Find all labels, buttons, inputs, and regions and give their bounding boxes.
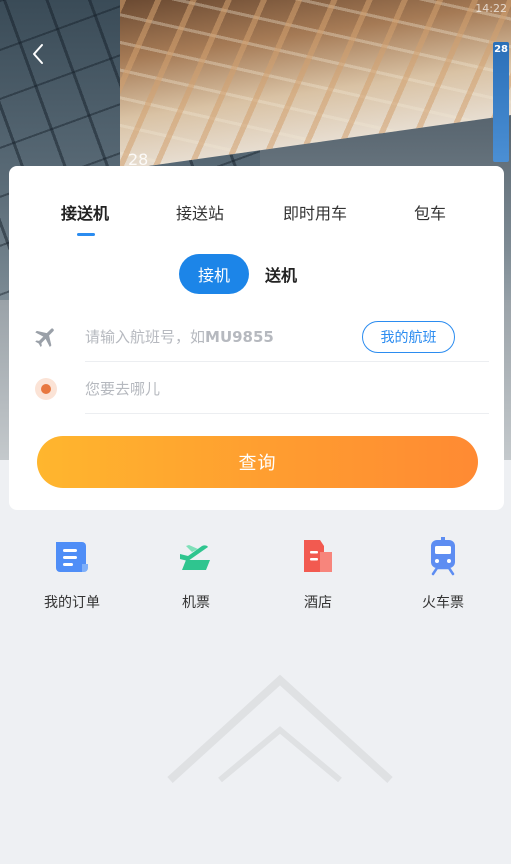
pickup-toggle[interactable]: 接机 xyxy=(179,254,249,294)
destination-input[interactable]: 您要去哪儿 xyxy=(85,364,489,414)
background-watermark xyxy=(167,674,393,783)
query-button[interactable]: 查询 xyxy=(37,436,478,488)
chevron-left-icon xyxy=(33,44,43,64)
service-hotel[interactable]: 酒店 xyxy=(268,530,368,612)
train-icon xyxy=(431,537,455,576)
tab-charter[interactable]: 包车 xyxy=(414,200,446,224)
service-label-hotel: 酒店 xyxy=(304,595,332,611)
departure-board xyxy=(493,42,509,162)
tab-airport-transfer[interactable]: 接送机 xyxy=(61,200,109,224)
destination-row: 您要去哪儿 xyxy=(29,364,489,414)
location-dot-icon xyxy=(33,376,59,402)
hotel-building-icon xyxy=(304,540,332,572)
tab-station-transfer[interactable]: 接送站 xyxy=(176,200,224,224)
service-train-tickets[interactable]: 火车票 xyxy=(393,530,493,612)
service-label-flights: 机票 xyxy=(182,595,210,611)
order-scroll-icon xyxy=(56,542,88,572)
quick-services: 我的订单 机票 酒店 火车票 xyxy=(0,530,511,630)
active-tab-indicator xyxy=(77,233,95,236)
flight-placeholder-example: MU9855 xyxy=(205,328,274,346)
dropoff-toggle[interactable]: 送机 xyxy=(265,254,297,294)
service-label-train: 火车票 xyxy=(422,595,464,611)
back-button[interactable] xyxy=(24,40,52,68)
board-number: 28 xyxy=(494,44,508,55)
my-flights-button[interactable]: 我的航班 xyxy=(362,321,455,353)
terminal-roof xyxy=(120,0,511,170)
service-tabs: 接送机 接送站 即时用车 包车 xyxy=(9,166,504,246)
service-flight-tickets[interactable]: 机票 xyxy=(146,530,246,612)
status-time: 14:22 xyxy=(475,2,507,15)
tab-instant-car[interactable]: 即时用车 xyxy=(283,200,347,224)
airplane-icon xyxy=(33,324,59,350)
airplane-ticket-icon xyxy=(180,545,210,570)
service-my-orders[interactable]: 我的订单 xyxy=(22,530,122,612)
booking-card: 接送机 接送站 即时用车 包车 接机 送机 请输入航班号，如MU9855 我的航… xyxy=(9,166,504,510)
service-label-orders: 我的订单 xyxy=(44,595,100,611)
destination-placeholder: 您要去哪儿 xyxy=(85,380,161,398)
flight-placeholder-prefix: 请输入航班号，如 xyxy=(85,328,206,346)
